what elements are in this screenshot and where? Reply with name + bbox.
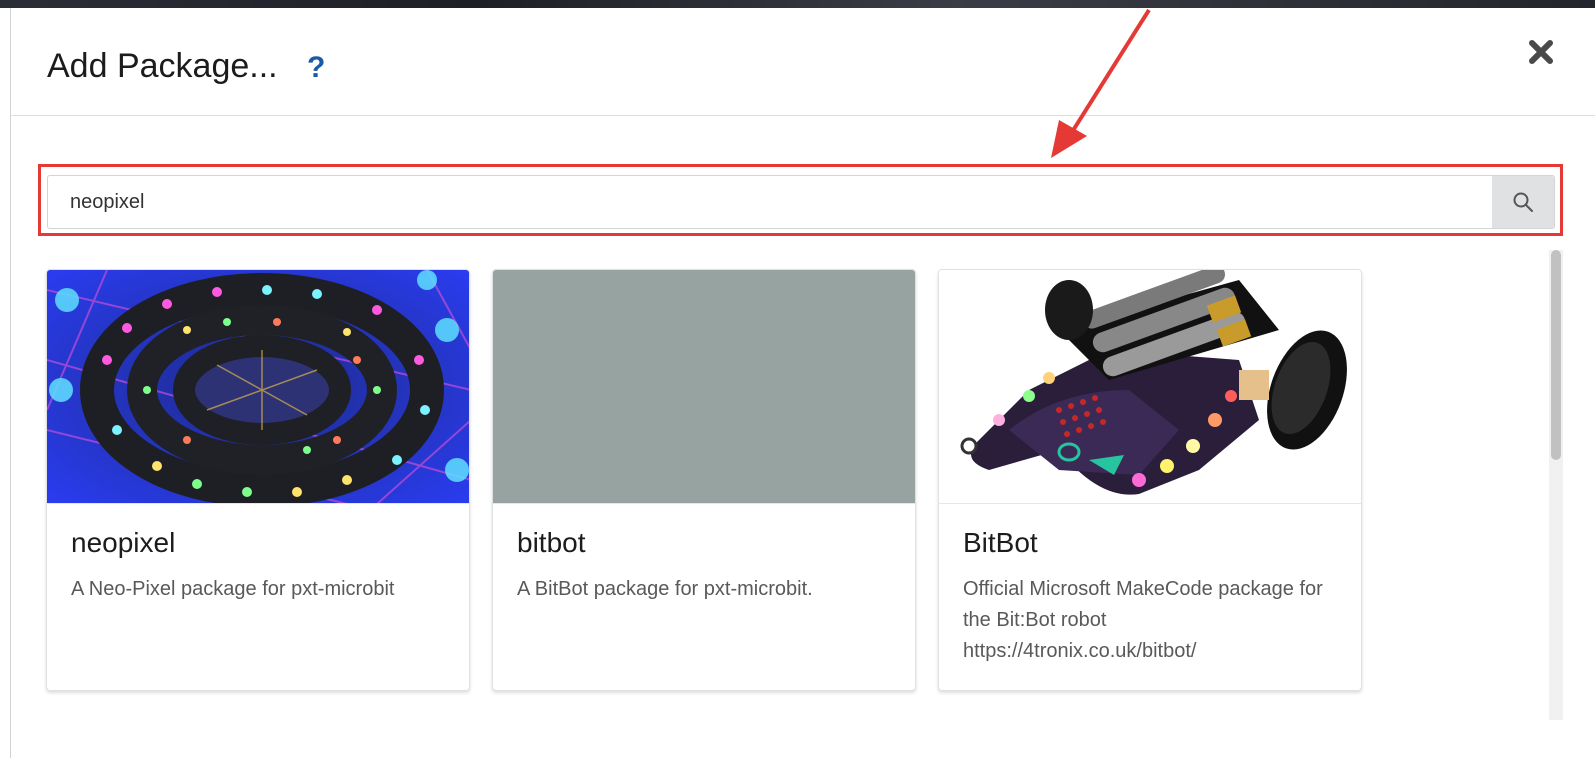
add-package-dialog: Add Package... ? neopixel neopixel A Neo…: [10, 8, 1595, 758]
search-button[interactable]: [1492, 176, 1554, 228]
scrollbar-thumb[interactable]: [1551, 250, 1561, 460]
search-bar: [47, 175, 1555, 229]
package-card-neopixel[interactable]: neopixel A Neo-Pixel package for pxt-mic…: [46, 269, 470, 691]
package-description: A Neo-Pixel package for pxt-microbit: [71, 578, 395, 600]
close-icon[interactable]: [1523, 34, 1559, 70]
package-title: bitbot: [517, 527, 586, 558]
package-title: neopixel: [71, 527, 176, 558]
placeholder-image: [493, 270, 915, 504]
package-description: Official Microsoft MakeCode package for …: [963, 578, 1323, 662]
neopixel-led-strip-image: [47, 270, 469, 504]
search-icon: [1513, 192, 1533, 212]
package-title: BitBot: [963, 527, 1038, 558]
dialog-header: Add Package... ?: [11, 8, 1595, 116]
package-card-BitBot[interactable]: BitBot Official Microsoft MakeCode packa…: [938, 269, 1362, 691]
dialog-title: Add Package...: [47, 47, 278, 85]
bitbot-robot-image: [939, 270, 1361, 504]
scrollbar[interactable]: [1549, 250, 1563, 720]
package-description: A BitBot package for pxt-microbit.: [517, 578, 813, 600]
help-icon[interactable]: ?: [307, 48, 325, 88]
background-window-strip: [0, 0, 1595, 8]
search-input[interactable]: [48, 176, 1492, 228]
package-card-bitbot[interactable]: bitbot A BitBot package for pxt-microbit…: [492, 269, 916, 691]
